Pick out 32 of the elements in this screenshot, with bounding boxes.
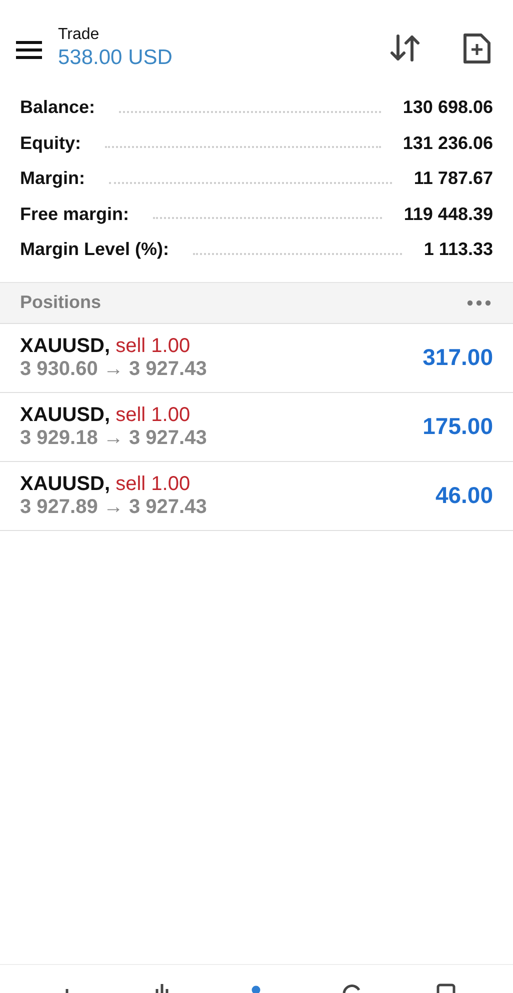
more-icon[interactable]: [467, 300, 491, 306]
symbol: XAUUSD,: [20, 404, 110, 426]
price-range: 3 929.18 → 3 927.43: [20, 426, 207, 450]
position-row[interactable]: XAUUSD, sell 1.00 3 927.89 → 3 927.43 46.00: [0, 462, 513, 530]
order-type: sell 1.00: [116, 404, 190, 426]
summary-value: 130 698.06: [402, 97, 493, 118]
summary-value: 131 236.06: [402, 132, 493, 154]
summary-label: Balance:: [20, 97, 96, 118]
symbol: XAUUSD,: [20, 334, 110, 356]
summary-value: 1 113.33: [424, 239, 493, 260]
symbol: XAUUSD,: [20, 472, 110, 494]
order-type: sell 1.00: [116, 472, 190, 494]
profit-value: 46.00: [435, 482, 493, 509]
profit-total: 538.00 USD: [58, 46, 174, 70]
position-row[interactable]: XAUUSD, sell 1.00 3 929.18 → 3 927.43 175.00: [0, 392, 513, 462]
summary-label: Free margin:: [20, 204, 130, 225]
price-range: 3 927.89 → 3 927.43: [20, 496, 207, 518]
profit-value: 175.00: [422, 413, 493, 440]
summary-label: Equity:: [20, 132, 81, 154]
menu-icon[interactable]: [16, 41, 42, 59]
section-title: Positions: [20, 292, 102, 313]
screen-title: Trade: [58, 26, 100, 44]
order-type: sell 1.00: [116, 334, 190, 356]
profit-value: 317.00: [422, 344, 493, 371]
summary-value: 119 448.39: [404, 204, 493, 225]
summary-label: Margin Level (%):: [20, 239, 170, 260]
summary-label: Margin:: [20, 168, 85, 190]
sort-icon[interactable]: [389, 33, 421, 63]
summary-value: 11 787.67: [414, 168, 493, 190]
position-row[interactable]: XAUUSD, sell 1.00 3 930.60 → 3 927.43 317.00: [0, 324, 513, 392]
new-document-icon[interactable]: [463, 32, 491, 64]
price-range: 3 930.60 → 3 927.43: [20, 358, 207, 380]
